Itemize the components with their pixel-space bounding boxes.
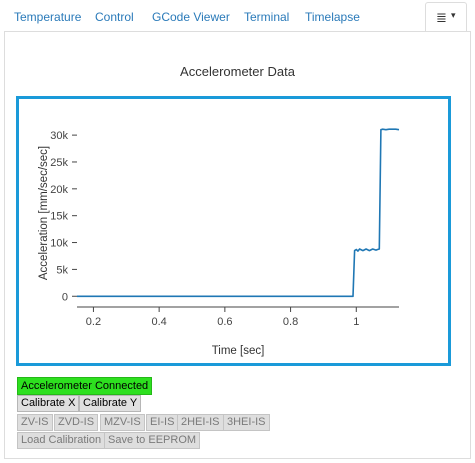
hamburger-icon: ≣ xyxy=(436,10,447,25)
x-tick-label: 0.8 xyxy=(283,316,298,328)
y-tick-label: 30k xyxy=(50,130,68,142)
save-to-eeprom-button[interactable]: Save to EEPROM xyxy=(104,432,201,449)
zv-is-button[interactable]: ZV-IS xyxy=(17,414,53,431)
y-tick-label: 20k xyxy=(50,184,68,196)
zvd-is-button[interactable]: ZVD-IS xyxy=(54,414,99,431)
accelerometer-chart: 0.2 0.4 0.6 0.8 1 0 5k 10k 15k 20k 25k 30k Time [sec… xyxy=(38,128,400,357)
x-tick-label: 0.6 xyxy=(217,316,232,328)
tab-control[interactable]: Control xyxy=(95,10,134,24)
mzv-is-button[interactable]: MZV-IS xyxy=(100,414,145,431)
x-tick-label: 0.2 xyxy=(86,316,101,328)
chart-container: 0.2 0.4 0.6 0.8 1 0 5k 10k 15k 20k 25k 30k Time [sec… xyxy=(16,96,451,366)
ei-is-button[interactable]: EI-IS xyxy=(146,414,179,431)
y-tick-label: 10k xyxy=(50,238,68,250)
caret-down-icon: ▾ xyxy=(451,10,456,20)
y-tick-label: 15k xyxy=(50,211,68,223)
tab-timelapse[interactable]: Timelapse xyxy=(305,10,360,24)
load-calibration-button[interactable]: Load Calibration xyxy=(17,432,106,449)
y-axis-title: Acceleration [mm/sec/sec] xyxy=(38,146,50,280)
x-tick-label: 1 xyxy=(353,316,359,328)
y-tick-label: 25k xyxy=(50,157,68,169)
tab-bar: Temperature Control GCode Viewer Termina… xyxy=(0,0,475,32)
y-tick-label: 0 xyxy=(62,291,68,303)
y-tick-label: 5k xyxy=(56,264,68,276)
3hei-is-button[interactable]: 3HEI-IS xyxy=(223,414,270,431)
series-line xyxy=(77,128,400,298)
x-axis-title: Time [sec] xyxy=(212,345,265,357)
2hei-is-button[interactable]: 2HEI-IS xyxy=(177,414,224,431)
calibrate-x-button[interactable]: Calibrate X xyxy=(17,395,80,412)
tab-temperature[interactable]: Temperature xyxy=(14,10,81,24)
tab-terminal[interactable]: Terminal xyxy=(244,10,289,24)
calibrate-y-button[interactable]: Calibrate Y xyxy=(79,395,142,412)
page-title: Accelerometer Data xyxy=(180,64,295,79)
tab-gcode-viewer[interactable]: GCode Viewer xyxy=(152,10,230,24)
tab-menu-dropdown[interactable]: ≣ ▾ xyxy=(425,2,467,32)
status-badge: Accelerometer Connected xyxy=(17,377,153,395)
x-tick-label: 0.4 xyxy=(151,316,166,328)
